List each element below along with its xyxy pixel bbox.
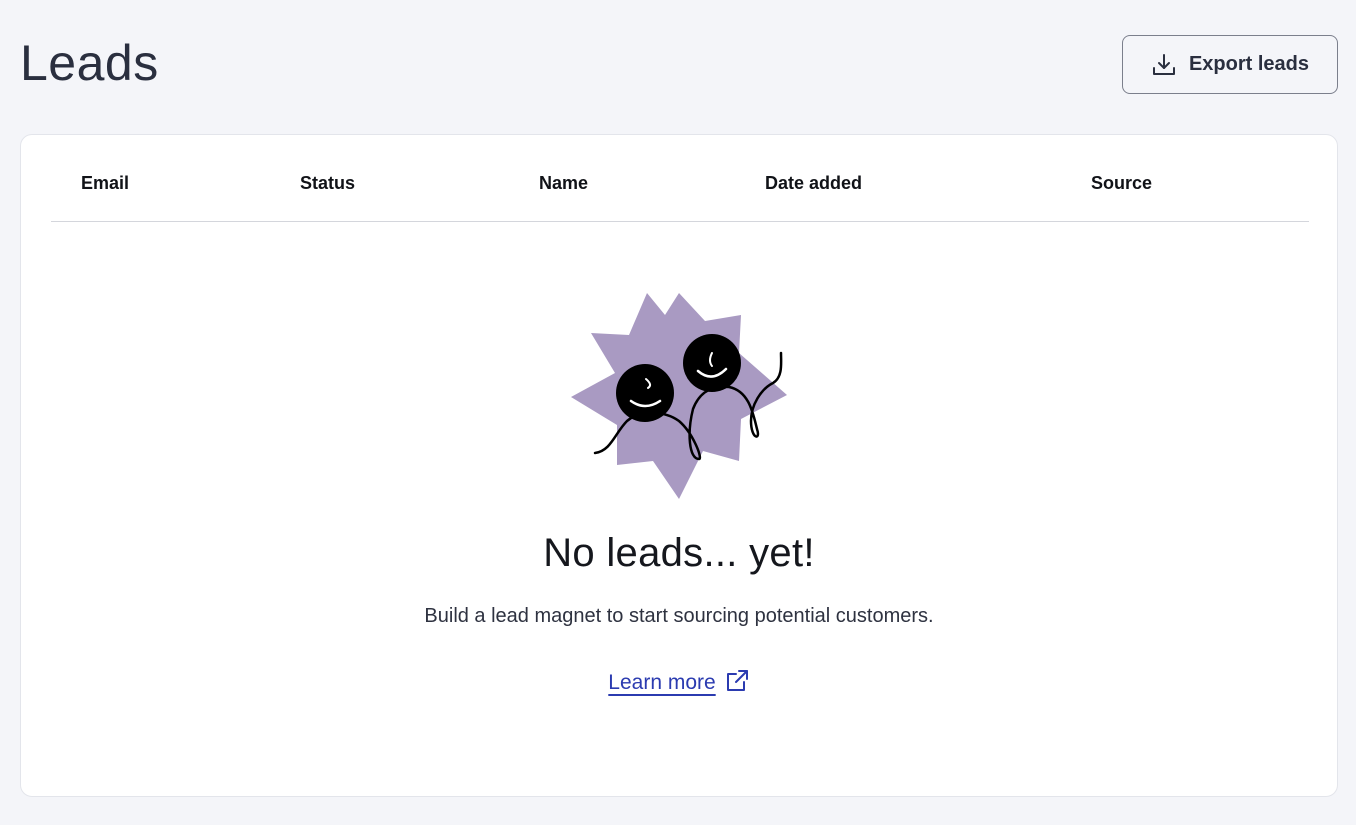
table-header: Email Status Name Date added Source: [51, 135, 1309, 222]
learn-more-row: Learn more: [21, 668, 1337, 695]
column-header-source[interactable]: Source: [1091, 173, 1152, 194]
export-leads-button[interactable]: Export leads: [1122, 35, 1338, 94]
column-header-date-added[interactable]: Date added: [765, 173, 862, 194]
page-title: Leads: [20, 35, 159, 91]
column-header-status[interactable]: Status: [300, 173, 355, 194]
empty-state-description: Build a lead magnet to start sourcing po…: [424, 605, 934, 627]
leads-table-card: Email Status Name Date added Source No l…: [20, 134, 1338, 797]
export-leads-label: Export leads: [1188, 53, 1310, 75]
learn-more-link[interactable]: Learn more: [608, 671, 715, 695]
column-header-email[interactable]: Email: [81, 173, 129, 194]
empty-state-title: No leads... yet!: [543, 531, 815, 575]
column-header-name[interactable]: Name: [539, 173, 588, 194]
download-icon: [1151, 52, 1177, 78]
external-link-icon[interactable]: [724, 668, 750, 694]
right-face: [683, 334, 741, 392]
starburst-shape: [571, 293, 787, 499]
leads-page: Leads Export leads Email Status Name Dat…: [0, 0, 1356, 825]
empty-state-illustration: [569, 293, 789, 503]
